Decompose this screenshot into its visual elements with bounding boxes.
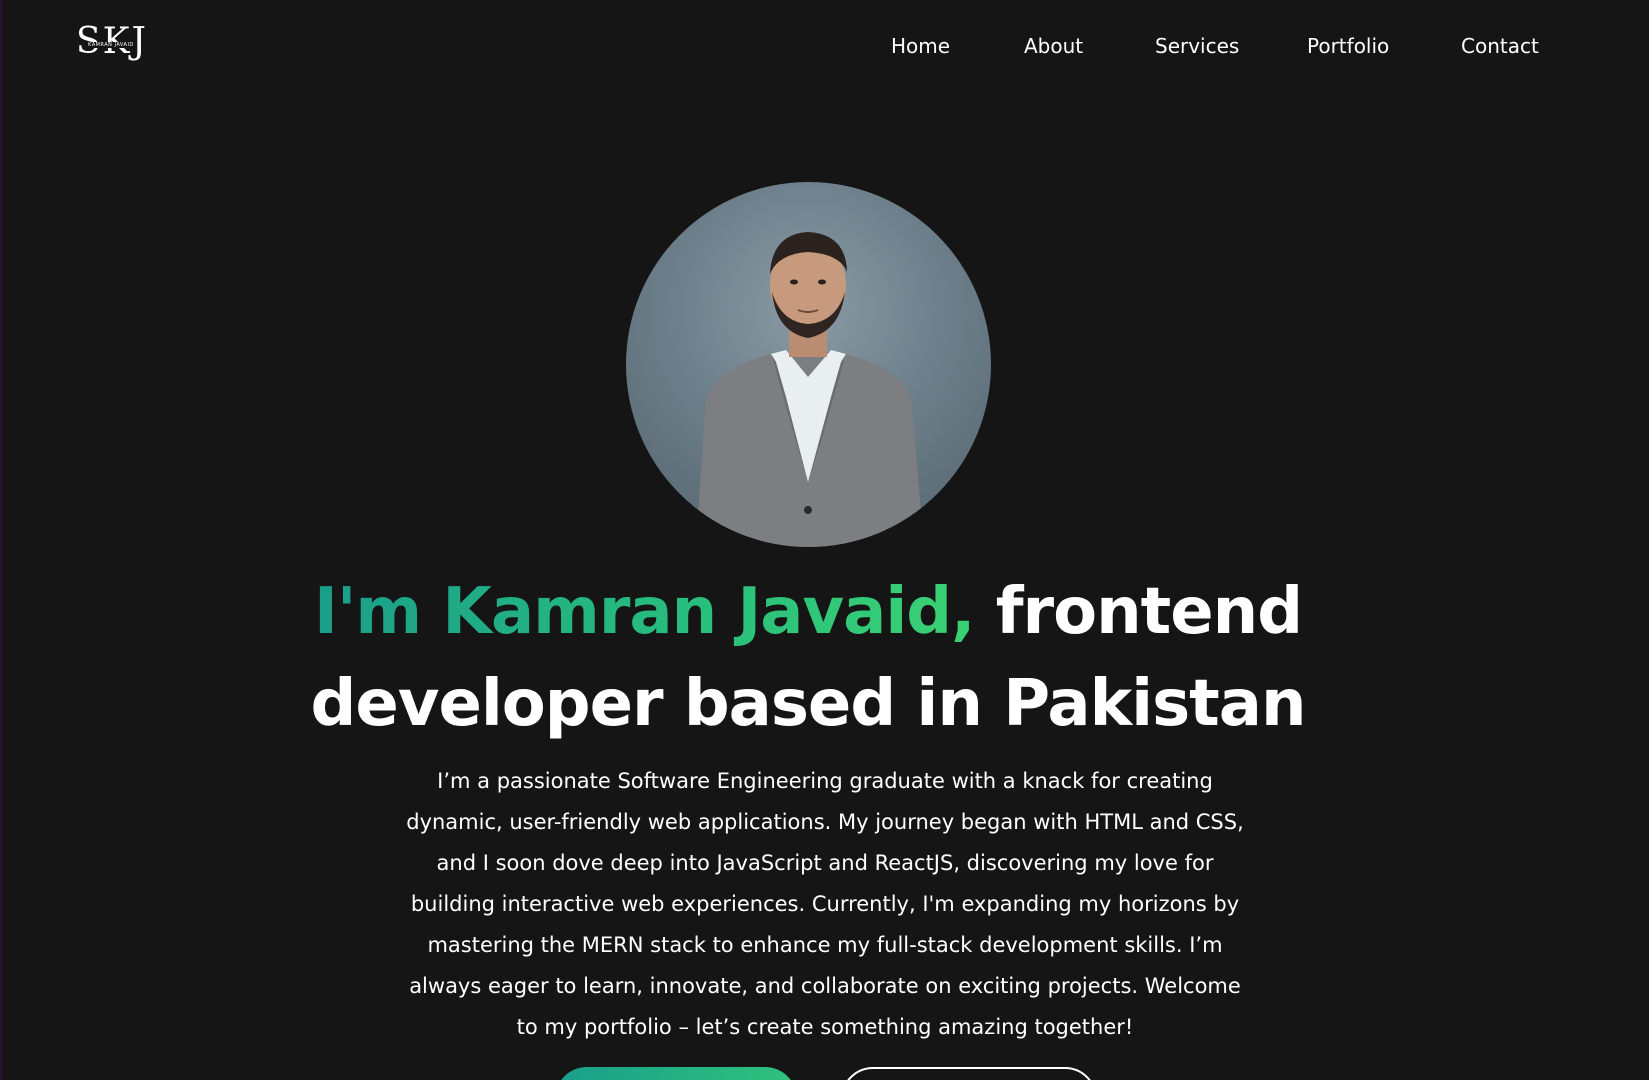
nav-item-about[interactable]: About — [1024, 30, 1083, 62]
headline-name-highlight: I'm Kamran Javaid, — [314, 575, 975, 649]
hero-headline: I'm Kamran Javaid, frontend developer ba… — [0, 566, 1616, 750]
portfolio-page: SKJ KAMRAN JAVAID Home About Services Po… — [0, 0, 1649, 1080]
left-edge-line — [0, 0, 2, 1080]
hero-bio: I’m a passionate Software Engineering gr… — [406, 769, 1244, 1039]
secondary-cta-button[interactable] — [841, 1067, 1097, 1080]
headline-role: frontend — [995, 575, 1303, 649]
nav-item-portfolio[interactable]: Portfolio — [1307, 30, 1389, 62]
headline-location: developer based in Pakistan — [310, 667, 1307, 741]
profile-photo-icon — [696, 232, 924, 547]
profile-avatar — [626, 182, 991, 547]
logo-subtext: KAMRAN JAVAID — [86, 42, 136, 48]
nav-item-home[interactable]: Home — [891, 30, 950, 62]
nav-item-contact[interactable]: Contact — [1461, 30, 1539, 62]
site-logo[interactable]: SKJ KAMRAN JAVAID — [76, 22, 156, 64]
primary-cta-button[interactable] — [555, 1067, 797, 1080]
nav-item-services[interactable]: Services — [1155, 30, 1239, 62]
